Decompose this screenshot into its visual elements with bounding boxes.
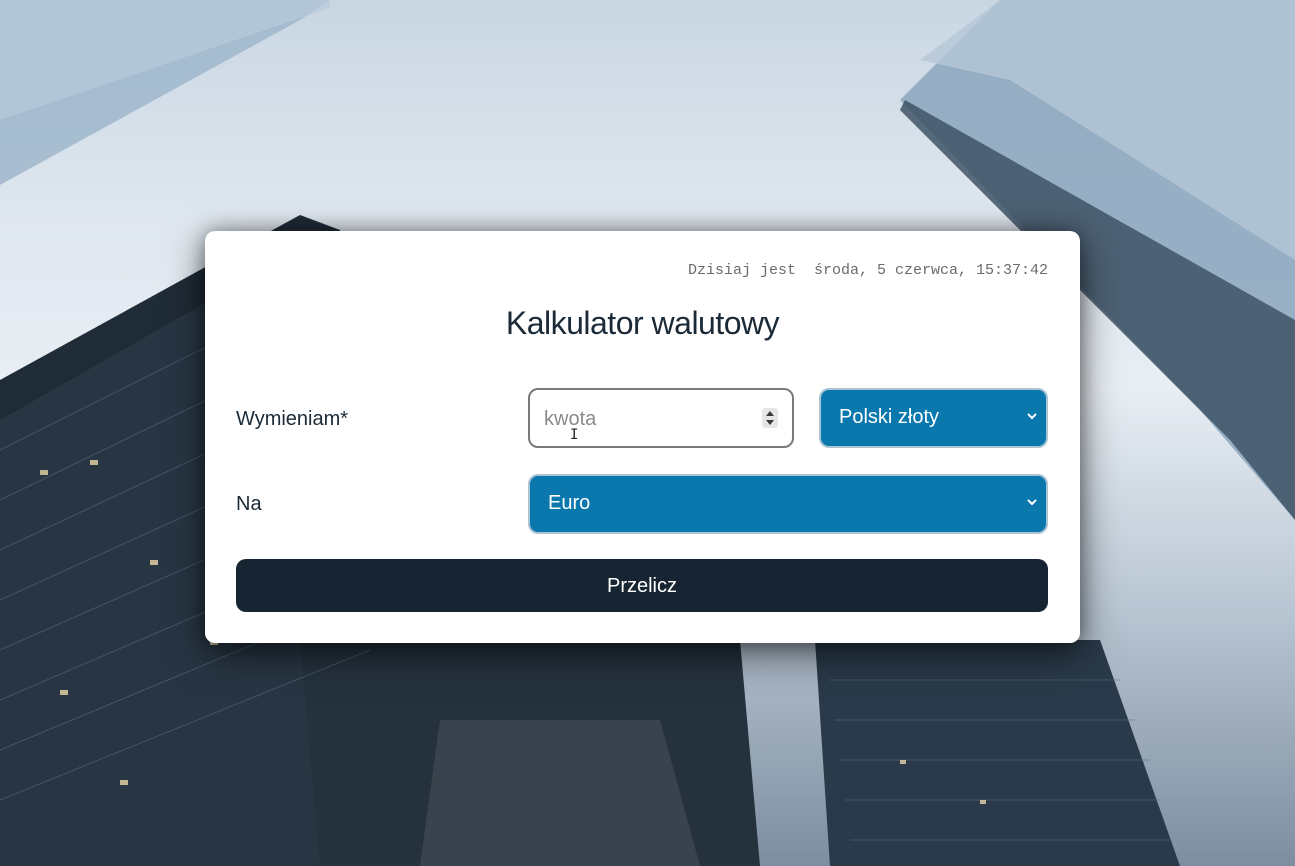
spinner-down-icon[interactable] [766, 420, 774, 425]
amount-field[interactable]: I [528, 388, 794, 448]
convert-button[interactable]: Przelicz [236, 559, 1048, 612]
to-label: Na [236, 493, 262, 515]
to-currency-select[interactable]: Euro [528, 474, 1048, 534]
from-label: Wymieniam* [236, 408, 349, 430]
calculator-card: Dzisiaj jest środa, 5 czerwca, 15:37:42 … [205, 231, 1080, 643]
page-title: Kalkulator walutowy [505, 305, 780, 341]
spinner-up-icon[interactable] [766, 411, 774, 416]
from-currency-select[interactable]: Polski złoty [819, 388, 1048, 448]
to-currency-value: Euro [548, 492, 591, 514]
number-spinner-icon[interactable] [762, 408, 778, 428]
chevron-down-icon [1027, 499, 1037, 506]
current-datetime: Dzisiaj jest środa, 5 czerwca, 15:37:42 [687, 262, 1048, 279]
from-currency-value: Polski złoty [839, 406, 940, 428]
chevron-down-icon [1027, 413, 1037, 420]
text-cursor-icon: I [570, 427, 579, 443]
